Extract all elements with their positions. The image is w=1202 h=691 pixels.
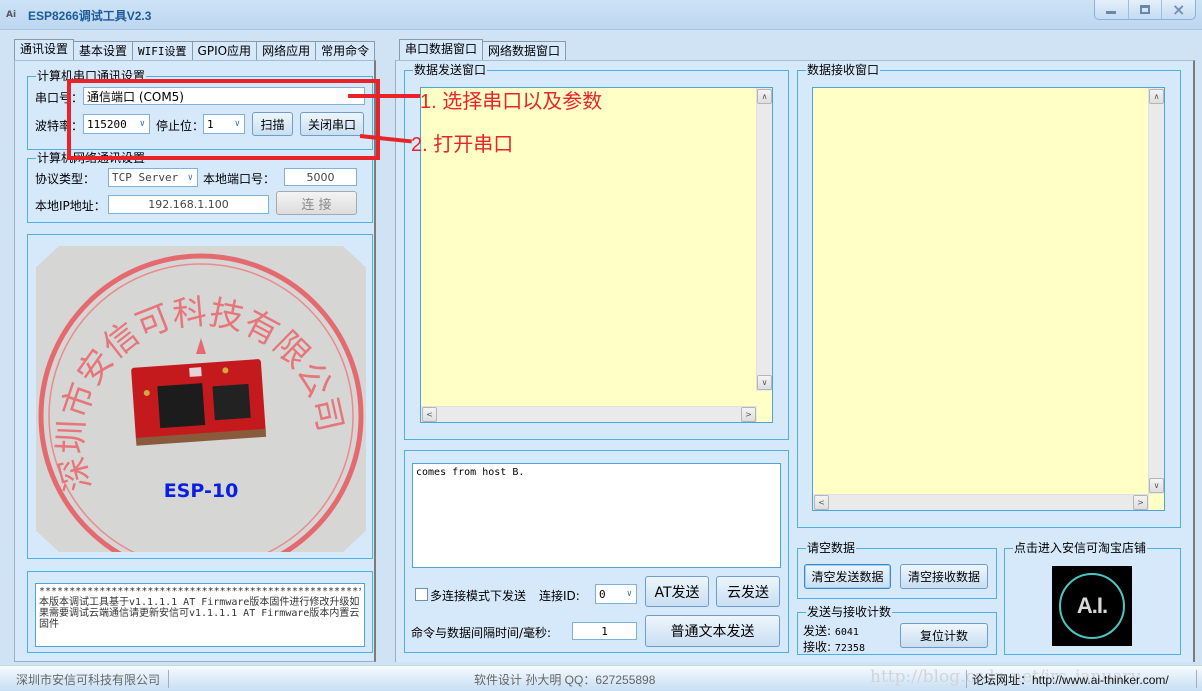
tab-comm-settings[interactable]: 通讯设置 (14, 39, 75, 61)
multi-conn-label: 多连接模式下发送 (430, 589, 527, 603)
tab-network-data[interactable]: 网络数据窗口 (482, 41, 567, 61)
chip-flash (212, 383, 251, 421)
sent-label: 发送: (803, 624, 832, 638)
protocol-label: 协议类型： (35, 172, 96, 186)
window-controls: × (1094, 0, 1196, 20)
text-send-button[interactable]: 普通文本发送 (645, 615, 780, 647)
multi-conn-checkbox[interactable] (415, 588, 428, 601)
send-window-legend: 数据发送窗口 (414, 63, 487, 77)
scroll-down-icon[interactable]: ∨ (1149, 478, 1164, 493)
scroll-right-icon[interactable]: > (741, 407, 756, 422)
left-tab-strip: 通讯设置 基本设置 WIFI设置 GPIO应用 网络应用 常用命令 (14, 39, 376, 61)
forum-link[interactable]: 论坛网址：http://www.ai-thinker.com/ (972, 671, 1169, 688)
annotation-highlight-box (67, 79, 380, 160)
receive-data-textarea[interactable]: ∧ ∨ < > (812, 87, 1165, 511)
tab-wifi-settings[interactable]: WIFI设置 (132, 41, 193, 61)
send-horizontal-scrollbar[interactable]: < > (421, 406, 757, 422)
cloud-send-button[interactable]: 云发送 (716, 576, 780, 607)
window-title: ESP8266调试工具V2.3 (28, 9, 152, 23)
scroll-up-icon[interactable]: ∧ (1149, 89, 1164, 104)
conn-id-select[interactable]: 0 ∨ (595, 584, 637, 604)
received-count-row: 接收: 72358 (803, 638, 865, 655)
send-vertical-scrollbar[interactable]: ∧ ∨ (756, 88, 772, 391)
shop-legend: 点击进入安信可淘宝店铺 (1014, 541, 1147, 555)
app-icon: Ai (6, 10, 17, 20)
maximize-button[interactable] (1129, 0, 1163, 19)
status-bar: 深圳市安信可科技有限公司 软件设计 孙大明 QQ：627255898 http:… (0, 665, 1202, 691)
info-body: 本版本调试工具基于v1.1.1.1 AT Firmware版本固件进行修改升级如… (39, 597, 360, 630)
status-separator (168, 670, 169, 688)
annotation-step-1: 1. 选择串口以及参数 (420, 91, 603, 113)
tab-gpio[interactable]: GPIO应用 (191, 41, 258, 61)
connect-button[interactable]: 连 接 (276, 191, 357, 215)
chevron-down-icon: ∨ (626, 589, 632, 599)
ai-logo-icon: A.I. (1076, 593, 1108, 618)
receive-window-legend: 数据接收窗口 (807, 63, 880, 77)
product-caption: ESP-10 (164, 480, 239, 502)
sent-count-row: 发送: 6041 (803, 622, 859, 639)
tab-common-commands[interactable]: 常用命令 (315, 41, 376, 61)
shop-logo-link[interactable]: A.I. (1052, 566, 1132, 646)
right-tab-strip: 串口数据窗口 网络数据窗口 (399, 39, 567, 61)
at-send-button[interactable]: AT发送 (645, 576, 709, 607)
status-separator (966, 670, 967, 688)
clear-receive-button[interactable]: 清空接收数据 (900, 564, 988, 589)
scroll-left-icon[interactable]: < (422, 407, 437, 422)
receive-horizontal-scrollbar[interactable]: < > (813, 494, 1149, 510)
status-separator (1196, 670, 1197, 688)
tab-network-apps[interactable]: 网络应用 (256, 41, 317, 61)
local-port-input[interactable]: 5000 (284, 168, 357, 186)
scroll-left-icon[interactable]: < (814, 495, 829, 510)
product-photo-svg: 深圳市安信可科技有限公司 ESP-10 (36, 246, 366, 552)
interval-input[interactable]: 1 (572, 622, 637, 640)
scroll-right-icon[interactable]: > (1133, 495, 1148, 510)
send-input-text: comes from host B. (416, 467, 525, 478)
close-button[interactable]: × (1162, 0, 1195, 19)
interval-label: 命令与数据间隔时间/毫秒: (411, 626, 552, 640)
scroll-down-icon[interactable]: ∨ (757, 375, 772, 390)
shop-logo-ring: A.I. (1059, 573, 1125, 639)
annotation-arrow-1 (348, 94, 420, 98)
received-value: 72358 (834, 643, 865, 654)
chip-main (157, 383, 206, 429)
clear-send-button[interactable]: 清空发送数据 (804, 564, 891, 589)
close-icon: × (1171, 0, 1186, 19)
led (189, 367, 202, 377)
annotation-step-2: 2. 打开串口 (411, 134, 514, 156)
reset-count-button[interactable]: 复位计数 (900, 623, 988, 648)
esp-module (131, 359, 267, 446)
minimize-button[interactable] (1095, 0, 1129, 19)
product-image: 深圳市安信可科技有限公司 ESP-10 (36, 246, 366, 552)
status-company: 深圳市安信可科技有限公司 (16, 673, 161, 687)
chevron-down-icon: ∨ (187, 172, 193, 183)
count-legend: 发送与接收计数 (807, 605, 892, 619)
local-ip-input[interactable]: 192.168.1.100 (108, 195, 269, 214)
send-input-textarea[interactable]: comes from host B. (412, 463, 781, 568)
title-bar: Ai ESP8266调试工具V2.3 × (0, 0, 1202, 30)
receive-vertical-scrollbar[interactable]: ∧ ∨ (1148, 88, 1164, 494)
tab-serial-data[interactable]: 串口数据窗口 (399, 39, 484, 61)
local-ip-label: 本地IP地址： (35, 199, 106, 213)
info-textbox[interactable]: ****************************************… (35, 583, 365, 647)
protocol-select[interactable]: TCP Server ∨ (108, 168, 198, 187)
conn-id-label: 连接ID: (539, 589, 580, 603)
scroll-up-icon[interactable]: ∧ (757, 89, 772, 104)
minimize-icon (1106, 11, 1117, 14)
info-stars: ****************************************… (39, 586, 361, 597)
status-designer: 软件设计 孙大明 QQ：627255898 (474, 673, 656, 687)
tab-basic-settings[interactable]: 基本设置 (73, 41, 134, 61)
local-port-label: 本地端口号： (203, 172, 276, 186)
maximize-icon (1140, 5, 1150, 14)
received-label: 接收: (803, 640, 832, 654)
sent-value: 6041 (834, 627, 859, 638)
clear-data-legend: 请空数据 (807, 541, 856, 555)
